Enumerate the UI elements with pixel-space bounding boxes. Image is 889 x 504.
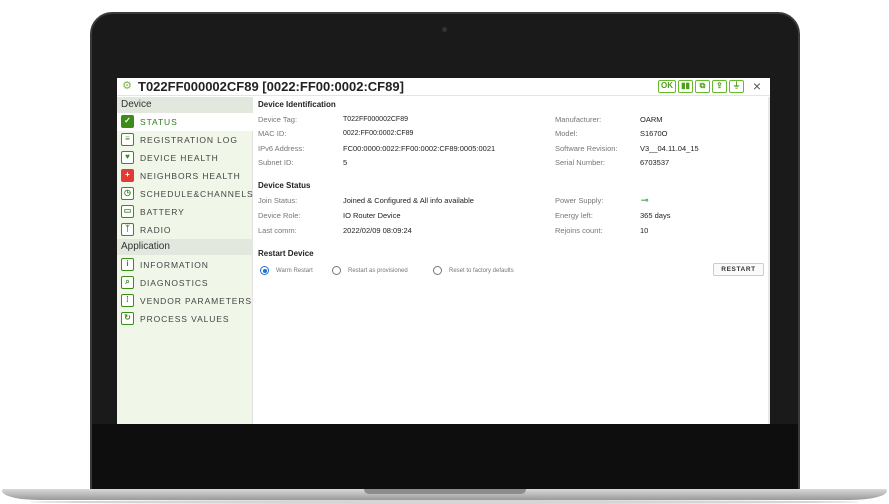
process-icon: ↻ [121, 312, 134, 325]
software-revision-label: Software Revision: [555, 144, 618, 153]
restart-button[interactable]: RESTART [713, 263, 764, 276]
sidebar-section-device: Device [117, 97, 253, 113]
sidebar-item-diagnostics[interactable]: ⌕ DIAGNOSTICS [117, 274, 253, 292]
ipv6-value: FC00:0000:0022:FF00:0002:CF89:0005:0021 [343, 144, 496, 153]
rejoins-count-value: 10 [640, 226, 649, 235]
mac-id-label: MAC ID: [258, 129, 287, 138]
laptop-shadow [30, 500, 859, 504]
energy-left-label: Energy left: [555, 211, 593, 220]
power-supply-label: Power Supply: [555, 196, 604, 205]
sidebar-item-process-values[interactable]: ↻ PROCESS VALUES [117, 310, 253, 328]
check-icon: ✓ [121, 115, 134, 128]
radio-icon: ᛉ [121, 223, 134, 236]
sidebar-item-label: RADIO [140, 225, 172, 235]
copy-icon[interactable]: ⧉ [695, 80, 710, 93]
sidebar-item-battery[interactable]: ▭ BATTERY [117, 203, 253, 221]
close-button[interactable]: × [750, 78, 764, 95]
screen-bezel-bottom [92, 424, 798, 492]
sidebar-item-status[interactable]: ✓ STATUS [117, 113, 253, 131]
sidebar-item-label: INFORMATION [140, 260, 209, 270]
parameters-icon: ⁞ [121, 294, 134, 307]
sidebar-item-label: NEIGHBORS HEALTH [140, 171, 241, 181]
restart-as-provisioned-radio[interactable]: Restart as provisioned [332, 265, 427, 277]
device-tag-value: T022FF000002CF89 [343, 116, 408, 123]
radio-unselected-icon [433, 266, 442, 275]
device-identification-title: Device Identification [258, 100, 336, 109]
radio-label: Warm Restart [276, 268, 313, 274]
power-plug-icon: ⊸ [641, 195, 649, 205]
red-cross-icon: + [121, 169, 134, 182]
radio-label: Reset to factory defaults [449, 268, 514, 274]
sidebar-item-device-health[interactable]: ♥ DEVICE HEALTH [117, 149, 253, 167]
warm-restart-radio[interactable]: Warm Restart [260, 265, 330, 277]
log-icon: ≡ [121, 133, 134, 146]
serial-number-value: 6703537 [640, 158, 670, 167]
diagnostics-icon: ⌕ [121, 276, 134, 289]
sidebar: Device ✓ STATUS ≡ REGISTRATION LOG ♥ DEV… [117, 97, 253, 424]
sidebar-item-label: DIAGNOSTICS [140, 278, 209, 288]
rejoins-count-label: Rejoins count: [555, 226, 603, 235]
join-status-value: Joined & Configured & All info available [343, 196, 474, 205]
radio-selected-icon [260, 266, 269, 275]
battery-icon: ▭ [121, 205, 134, 218]
health-icon: ♥ [121, 151, 134, 164]
subnet-id-label: Subnet ID: [258, 158, 294, 167]
sidebar-item-label: PROCESS VALUES [140, 314, 230, 324]
restart-device-title: Restart Device [258, 249, 314, 258]
sidebar-item-vendor-parameters[interactable]: ⁞ VENDOR PARAMETERS [117, 292, 253, 310]
radio-label: Restart as provisioned [348, 268, 408, 274]
sidebar-section-application: Application [117, 239, 253, 255]
device-tag-label: Device Tag: [258, 115, 298, 124]
app-window: ⚙ T022FF000002CF89 [0022:FF00:0002:CF89]… [117, 78, 770, 424]
sidebar-item-label: SCHEDULE&CHANNELS [140, 189, 254, 199]
sidebar-item-label: STATUS [140, 117, 178, 127]
mac-id-value: 0022:FF00:0002:CF89 [343, 130, 414, 137]
sidebar-item-registration-log[interactable]: ≡ REGISTRATION LOG [117, 131, 253, 149]
sidebar-item-neighbors-health[interactable]: + NEIGHBORS HEALTH [117, 167, 253, 185]
share-icon[interactable]: ⇪ [712, 80, 727, 93]
device-tag-icon: ⚙ [122, 80, 132, 92]
manufacturer-value: OARM [640, 115, 663, 124]
join-status-label: Join Status: [258, 196, 298, 205]
device-status-title: Device Status [258, 181, 311, 190]
sidebar-item-information[interactable]: i INFORMATION [117, 256, 253, 274]
manufacturer-label: Manufacturer: [555, 115, 602, 124]
last-comm-value: 2022/02/09 08:09:24 [343, 226, 412, 235]
webcam [442, 27, 447, 32]
model-value: S1670O [640, 129, 668, 138]
sidebar-item-schedule-channels[interactable]: ◷ SCHEDULE&CHANNELS [117, 185, 253, 203]
ipv6-label: IPv6 Address: [258, 144, 305, 153]
sidebar-item-label: DEVICE HEALTH [140, 153, 219, 163]
signal-icon[interactable]: ▮▮ [678, 80, 693, 93]
sidebar-item-label: BATTERY [140, 207, 185, 217]
subnet-id-value: 5 [343, 158, 348, 167]
laptop-base-notch [364, 489, 526, 494]
software-revision-value: V3__04.11.04_15 [640, 144, 699, 153]
sidebar-item-radio[interactable]: ᛉ RADIO [117, 221, 253, 239]
energy-left-value: 365 days [640, 211, 671, 220]
title-bar: ⚙ T022FF000002CF89 [0022:FF00:0002:CF89]… [117, 78, 770, 96]
device-role-label: Device Role: [258, 211, 301, 220]
sidebar-item-label: VENDOR PARAMETERS [140, 296, 252, 306]
model-label: Model: [555, 129, 578, 138]
main-content: Device Identification Device Tag: T022FF… [258, 97, 770, 424]
ok-icon[interactable]: OK [658, 80, 676, 93]
scrollbar[interactable] [768, 97, 770, 424]
window-title: T022FF000002CF89 [0022:FF00:0002:CF89] [138, 79, 404, 94]
radio-unselected-icon [332, 266, 341, 275]
last-comm-label: Last comm: [258, 226, 297, 235]
sidebar-item-label: REGISTRATION LOG [140, 135, 238, 145]
plug-icon[interactable]: ⏚ [729, 80, 744, 93]
device-role-value: IO Router Device [343, 211, 401, 220]
reset-factory-defaults-radio[interactable]: Reset to factory defaults [433, 265, 538, 277]
serial-number-label: Serial Number: [555, 158, 606, 167]
info-icon: i [121, 258, 134, 271]
schedule-icon: ◷ [121, 187, 134, 200]
